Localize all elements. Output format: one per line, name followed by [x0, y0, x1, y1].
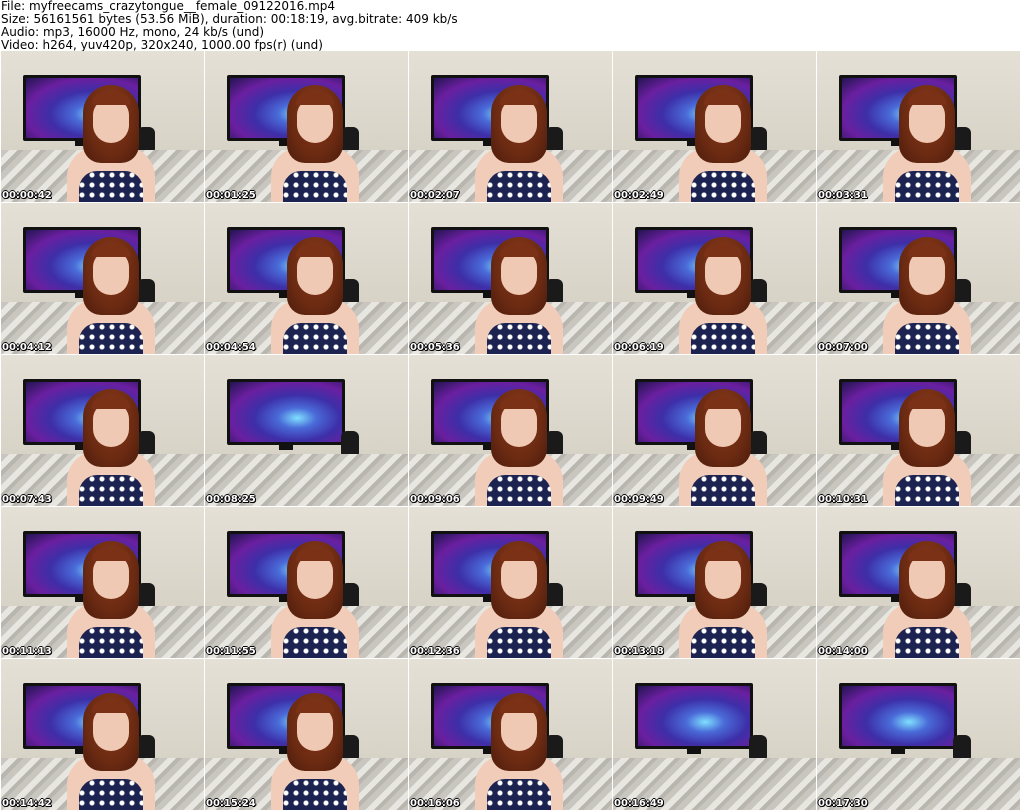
thumbnail-timestamp: 00:14:00 [818, 646, 868, 657]
person-image [265, 85, 365, 202]
video-thumbnail[interactable]: 00:07:00 [817, 203, 1020, 354]
person-image [673, 237, 773, 354]
tv-image [227, 379, 345, 450]
video-thumbnail[interactable]: 00:03:31 [817, 51, 1020, 202]
video-thumbnail[interactable]: 00:14:42 [1, 659, 204, 810]
thumbnail-timestamp: 00:12:36 [410, 646, 460, 657]
video-thumbnail[interactable]: 00:11:13 [1, 507, 204, 658]
video-thumbnail[interactable]: 00:02:49 [613, 51, 816, 202]
thumbnail-timestamp: 00:07:43 [2, 494, 52, 505]
person-image [469, 85, 569, 202]
person-image [61, 237, 161, 354]
thumbnail-timestamp: 00:09:49 [614, 494, 664, 505]
person-image [265, 237, 365, 354]
video-thumbnail[interactable]: 00:09:06 [409, 355, 612, 506]
thumbnail-timestamp: 00:02:49 [614, 190, 664, 201]
video-thumbnail[interactable]: 00:04:12 [1, 203, 204, 354]
video-thumbnail[interactable]: 00:04:54 [205, 203, 408, 354]
video-thumbnail[interactable]: 00:12:36 [409, 507, 612, 658]
video-thumbnail[interactable]: 00:15:24 [205, 659, 408, 810]
thumbnail-timestamp: 00:17:30 [818, 798, 868, 809]
person-image [469, 693, 569, 810]
thumbnail-timestamp: 00:07:00 [818, 342, 868, 353]
tv-image [839, 683, 957, 754]
video-thumbnail[interactable]: 00:02:07 [409, 51, 612, 202]
thumbnail-grid: 00:00:42 00:01:25 00:02:07 00:02:49 00:0… [1, 51, 1023, 811]
thumbnail-timestamp: 00:04:54 [206, 342, 256, 353]
person-image [469, 541, 569, 658]
video-thumbnail[interactable]: 00:11:55 [205, 507, 408, 658]
thumbnail-timestamp: 00:11:13 [2, 646, 52, 657]
person-image [265, 541, 365, 658]
thumbnail-timestamp: 00:03:31 [818, 190, 868, 201]
thumbnail-timestamp: 00:16:06 [410, 798, 460, 809]
thumbnail-timestamp: 00:16:49 [614, 798, 664, 809]
person-image [61, 85, 161, 202]
person-image [877, 85, 977, 202]
video-thumbnail[interactable]: 00:07:43 [1, 355, 204, 506]
video-thumbnail[interactable]: 00:06:19 [613, 203, 816, 354]
person-image [265, 693, 365, 810]
person-image [673, 85, 773, 202]
video-thumbnail[interactable]: 00:16:49 [613, 659, 816, 810]
thumbnail-timestamp: 00:02:07 [410, 190, 460, 201]
thumbnail-timestamp: 00:04:12 [2, 342, 52, 353]
person-image [61, 541, 161, 658]
person-image [61, 389, 161, 506]
video-thumbnail[interactable]: 00:05:36 [409, 203, 612, 354]
tv-image [635, 683, 753, 754]
thumbnail-timestamp: 00:00:42 [2, 190, 52, 201]
thumbnail-timestamp: 00:11:55 [206, 646, 256, 657]
thumbnail-timestamp: 00:05:36 [410, 342, 460, 353]
video-thumbnail[interactable]: 00:16:06 [409, 659, 612, 810]
thumbnail-timestamp: 00:06:19 [614, 342, 664, 353]
video-thumbnail[interactable]: 00:08:25 [205, 355, 408, 506]
thumbnail-timestamp: 00:13:18 [614, 646, 664, 657]
person-image [673, 389, 773, 506]
file-info-header: File: myfreecams_crazytongue__female_091… [1, 0, 1021, 52]
video-thumbnail[interactable]: 00:00:42 [1, 51, 204, 202]
thumbnail-timestamp: 00:15:24 [206, 798, 256, 809]
thumbnail-timestamp: 00:08:25 [206, 494, 256, 505]
video-thumbnail[interactable]: 00:01:25 [205, 51, 408, 202]
person-image [469, 389, 569, 506]
thumbnail-timestamp: 00:14:42 [2, 798, 52, 809]
person-image [469, 237, 569, 354]
video-thumbnail[interactable]: 00:13:18 [613, 507, 816, 658]
person-image [877, 237, 977, 354]
person-image [61, 693, 161, 810]
video-thumbnail[interactable]: 00:10:31 [817, 355, 1020, 506]
thumbnail-timestamp: 00:09:06 [410, 494, 460, 505]
video-thumbnail[interactable]: 00:17:30 [817, 659, 1020, 810]
person-image [877, 389, 977, 506]
thumbnail-timestamp: 00:10:31 [818, 494, 868, 505]
thumbnail-timestamp: 00:01:25 [206, 190, 256, 201]
person-image [673, 541, 773, 658]
video-thumbnail[interactable]: 00:14:00 [817, 507, 1020, 658]
person-image [877, 541, 977, 658]
video-thumbnail[interactable]: 00:09:49 [613, 355, 816, 506]
